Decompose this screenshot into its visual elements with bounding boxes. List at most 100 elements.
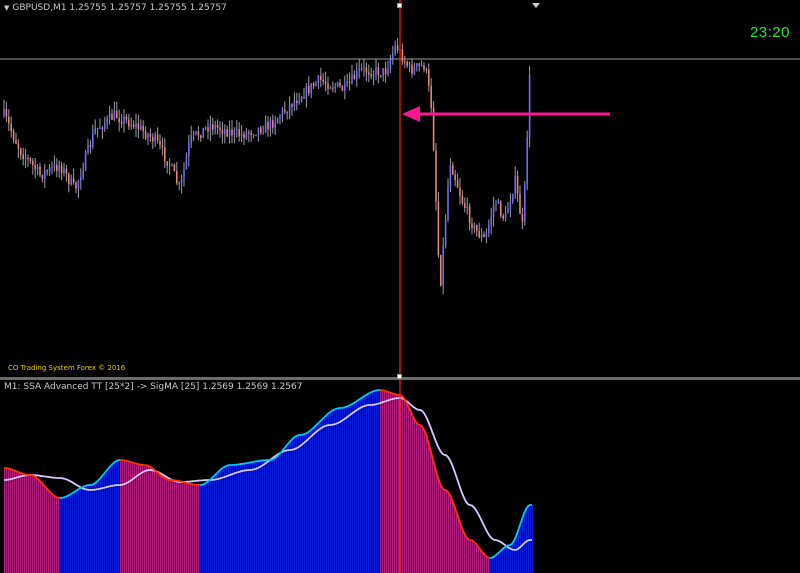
candle-body bbox=[27, 157, 29, 159]
candle bbox=[495, 199, 497, 212]
histogram-bar bbox=[364, 396, 366, 573]
histogram-bar bbox=[410, 410, 412, 573]
histogram-bar bbox=[374, 391, 376, 573]
candle-body bbox=[96, 127, 99, 129]
histogram-bar bbox=[350, 405, 352, 573]
histogram-bar bbox=[274, 458, 276, 573]
candle bbox=[192, 130, 195, 141]
candle-body bbox=[104, 123, 106, 130]
candle-body bbox=[521, 213, 524, 222]
dropdown-triangle-icon[interactable]: ▼ bbox=[4, 4, 9, 12]
candle-body bbox=[519, 193, 521, 214]
histogram-bar bbox=[80, 488, 82, 573]
candle-body bbox=[245, 132, 248, 139]
histogram-bar bbox=[238, 464, 240, 573]
ssa-indicator-canvas[interactable] bbox=[0, 380, 800, 573]
candle bbox=[204, 126, 207, 131]
histogram-bar bbox=[164, 477, 166, 573]
histogram-bar bbox=[178, 480, 180, 573]
candle-body bbox=[408, 64, 411, 66]
candle bbox=[411, 58, 413, 78]
candle-body bbox=[336, 82, 339, 87]
histogram-bar bbox=[392, 393, 394, 573]
candle-body bbox=[332, 87, 334, 89]
candle bbox=[113, 101, 116, 122]
histogram-bar bbox=[360, 399, 362, 573]
candle bbox=[425, 67, 428, 74]
histogram-bar bbox=[458, 516, 460, 573]
candle-body bbox=[204, 127, 207, 129]
candle bbox=[281, 107, 284, 123]
histogram-bar bbox=[518, 530, 520, 573]
candle bbox=[15, 132, 17, 145]
candle bbox=[70, 174, 72, 186]
histogram-bar bbox=[266, 460, 268, 573]
candle bbox=[291, 103, 293, 116]
histogram-bar bbox=[278, 455, 280, 573]
price-chart-pane[interactable] bbox=[0, 0, 800, 377]
candle-body bbox=[77, 180, 80, 189]
candle bbox=[214, 120, 216, 135]
candle bbox=[156, 127, 159, 144]
mt4-chart-window[interactable]: ▼ GBPUSD,M1 1.25755 1.25757 1.25755 1.257… bbox=[0, 0, 800, 573]
candle-body bbox=[358, 68, 360, 71]
histogram-bar bbox=[460, 522, 462, 573]
histogram-bar bbox=[348, 406, 350, 573]
histogram-bar bbox=[166, 478, 168, 573]
histogram-bar bbox=[468, 539, 470, 573]
histogram-bar bbox=[68, 495, 70, 573]
histogram-bar bbox=[214, 475, 216, 573]
histogram-bar bbox=[124, 460, 126, 573]
candle bbox=[24, 148, 27, 169]
candle bbox=[41, 174, 44, 183]
candle bbox=[286, 111, 288, 120]
candle-body bbox=[483, 234, 485, 237]
candle bbox=[260, 125, 262, 135]
candle-body bbox=[255, 134, 257, 136]
candle bbox=[168, 158, 171, 175]
histogram-bar bbox=[84, 486, 86, 573]
histogram-bar bbox=[88, 485, 90, 573]
histogram-bar bbox=[512, 543, 514, 573]
chart-shift-marker-icon[interactable] bbox=[532, 3, 540, 8]
histogram-bar bbox=[262, 460, 264, 573]
candle-body bbox=[250, 133, 252, 136]
histogram-bar bbox=[272, 459, 274, 573]
histogram-bar bbox=[118, 460, 120, 573]
histogram-bar bbox=[324, 417, 326, 573]
candle-body bbox=[171, 164, 173, 166]
histogram-bar bbox=[408, 405, 410, 573]
indicator-pane[interactable] bbox=[0, 380, 800, 573]
histogram-bar bbox=[428, 440, 430, 573]
vertical-line-handle-top[interactable] bbox=[397, 3, 402, 8]
candle bbox=[252, 133, 255, 139]
histogram-bar bbox=[184, 482, 186, 573]
histogram-bar bbox=[90, 485, 92, 573]
candle-body bbox=[308, 85, 310, 94]
candle bbox=[202, 127, 204, 138]
candle bbox=[195, 130, 197, 136]
histogram-bar bbox=[268, 460, 270, 573]
histogram-bar bbox=[344, 407, 346, 573]
candle bbox=[250, 129, 252, 142]
candle bbox=[490, 207, 492, 235]
candle-body bbox=[20, 148, 22, 155]
candle bbox=[200, 134, 202, 142]
candle-body bbox=[497, 201, 500, 204]
histogram-bar bbox=[498, 553, 500, 573]
histogram-bar bbox=[6, 468, 8, 573]
histogram-bar bbox=[322, 419, 324, 573]
candle bbox=[132, 120, 135, 129]
histogram-bar bbox=[342, 407, 344, 573]
vertical-line-handle-bottom[interactable] bbox=[397, 374, 402, 379]
histogram-bar bbox=[158, 472, 160, 573]
histogram-bar bbox=[162, 476, 164, 573]
histogram-bar bbox=[404, 398, 406, 573]
candle-body bbox=[34, 165, 36, 170]
histogram-bar bbox=[496, 555, 498, 573]
candle-body bbox=[243, 133, 245, 139]
candle bbox=[442, 237, 444, 295]
price-candles-canvas[interactable] bbox=[0, 0, 800, 377]
candle bbox=[296, 92, 298, 111]
candle bbox=[336, 81, 339, 88]
